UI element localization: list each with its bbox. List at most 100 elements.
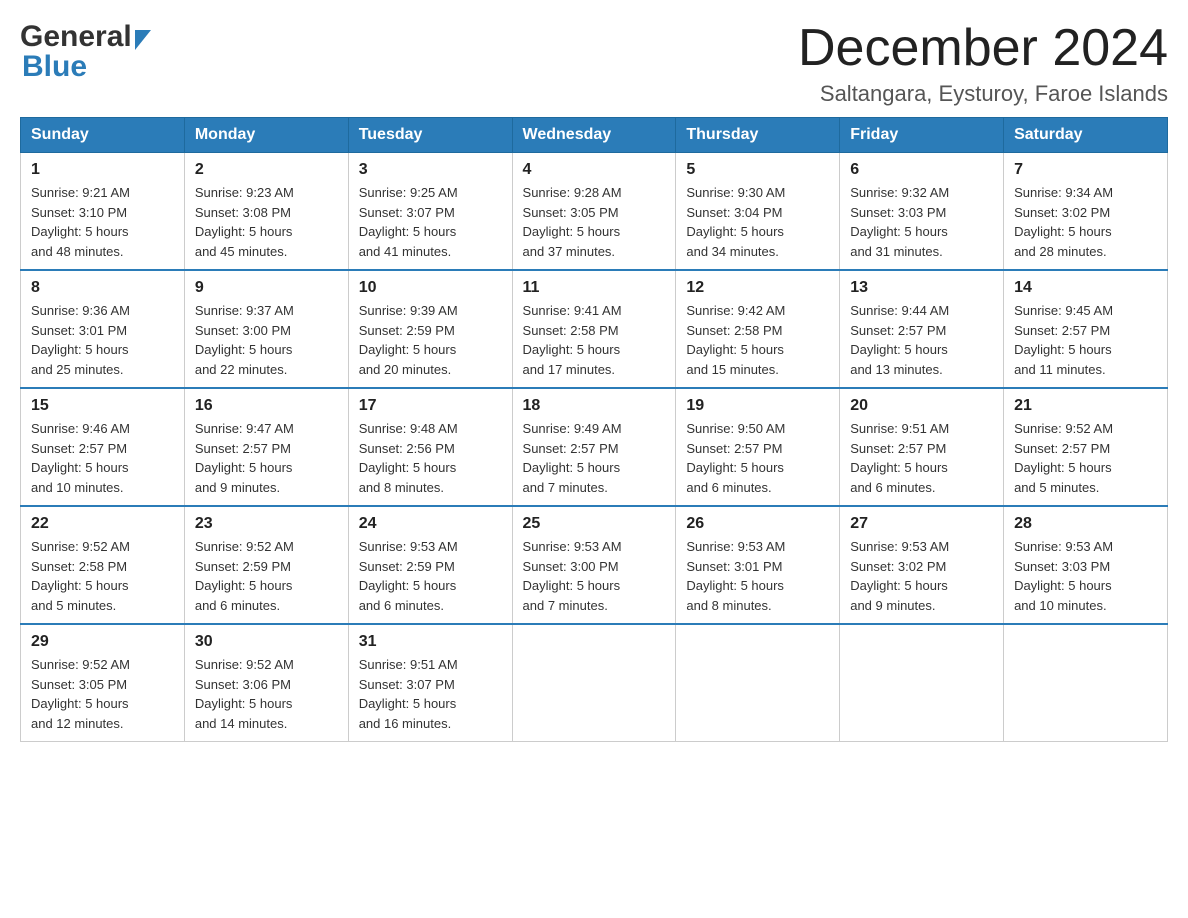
calendar-cell: 8 Sunrise: 9:36 AM Sunset: 3:01 PM Dayli…	[21, 270, 185, 388]
day-number: 5	[686, 161, 829, 179]
day-number: 13	[850, 279, 993, 297]
calendar-day-header: Thursday	[676, 118, 840, 153]
day-number: 15	[31, 397, 174, 415]
day-info: Sunrise: 9:42 AM Sunset: 2:58 PM Dayligh…	[686, 301, 829, 379]
day-number: 20	[850, 397, 993, 415]
calendar-cell: 1 Sunrise: 9:21 AM Sunset: 3:10 PM Dayli…	[21, 153, 185, 271]
calendar-day-header: Monday	[184, 118, 348, 153]
day-info: Sunrise: 9:49 AM Sunset: 2:57 PM Dayligh…	[523, 419, 666, 497]
day-info: Sunrise: 9:45 AM Sunset: 2:57 PM Dayligh…	[1014, 301, 1157, 379]
day-number: 9	[195, 279, 338, 297]
day-number: 22	[31, 515, 174, 533]
page-header: General Blue December 2024 Saltangara, E…	[20, 20, 1168, 107]
calendar-cell: 20 Sunrise: 9:51 AM Sunset: 2:57 PM Dayl…	[840, 388, 1004, 506]
day-number: 11	[523, 279, 666, 297]
day-number: 26	[686, 515, 829, 533]
day-info: Sunrise: 9:37 AM Sunset: 3:00 PM Dayligh…	[195, 301, 338, 379]
calendar-day-header: Tuesday	[348, 118, 512, 153]
calendar-cell: 5 Sunrise: 9:30 AM Sunset: 3:04 PM Dayli…	[676, 153, 840, 271]
calendar-cell: 7 Sunrise: 9:34 AM Sunset: 3:02 PM Dayli…	[1004, 153, 1168, 271]
logo-triangle-icon	[135, 30, 151, 50]
calendar-cell: 3 Sunrise: 9:25 AM Sunset: 3:07 PM Dayli…	[348, 153, 512, 271]
day-info: Sunrise: 9:46 AM Sunset: 2:57 PM Dayligh…	[31, 419, 174, 497]
day-info: Sunrise: 9:32 AM Sunset: 3:03 PM Dayligh…	[850, 183, 993, 261]
calendar-cell: 25 Sunrise: 9:53 AM Sunset: 3:00 PM Dayl…	[512, 506, 676, 624]
day-info: Sunrise: 9:52 AM Sunset: 2:57 PM Dayligh…	[1014, 419, 1157, 497]
calendar-header-row: SundayMondayTuesdayWednesdayThursdayFrid…	[21, 118, 1168, 153]
day-number: 4	[523, 161, 666, 179]
logo-general-text: General	[20, 20, 132, 54]
calendar-cell: 22 Sunrise: 9:52 AM Sunset: 2:58 PM Dayl…	[21, 506, 185, 624]
calendar-day-header: Friday	[840, 118, 1004, 153]
day-number: 12	[686, 279, 829, 297]
day-info: Sunrise: 9:53 AM Sunset: 3:03 PM Dayligh…	[1014, 537, 1157, 615]
calendar-cell: 18 Sunrise: 9:49 AM Sunset: 2:57 PM Dayl…	[512, 388, 676, 506]
day-info: Sunrise: 9:53 AM Sunset: 2:59 PM Dayligh…	[359, 537, 502, 615]
day-info: Sunrise: 9:28 AM Sunset: 3:05 PM Dayligh…	[523, 183, 666, 261]
day-info: Sunrise: 9:52 AM Sunset: 2:58 PM Dayligh…	[31, 537, 174, 615]
day-number: 14	[1014, 279, 1157, 297]
calendar-table: SundayMondayTuesdayWednesdayThursdayFrid…	[20, 117, 1168, 742]
calendar-cell: 10 Sunrise: 9:39 AM Sunset: 2:59 PM Dayl…	[348, 270, 512, 388]
day-info: Sunrise: 9:30 AM Sunset: 3:04 PM Dayligh…	[686, 183, 829, 261]
calendar-cell: 4 Sunrise: 9:28 AM Sunset: 3:05 PM Dayli…	[512, 153, 676, 271]
day-number: 21	[1014, 397, 1157, 415]
day-number: 19	[686, 397, 829, 415]
day-info: Sunrise: 9:25 AM Sunset: 3:07 PM Dayligh…	[359, 183, 502, 261]
calendar-cell: 23 Sunrise: 9:52 AM Sunset: 2:59 PM Dayl…	[184, 506, 348, 624]
day-info: Sunrise: 9:34 AM Sunset: 3:02 PM Dayligh…	[1014, 183, 1157, 261]
calendar-cell: 9 Sunrise: 9:37 AM Sunset: 3:00 PM Dayli…	[184, 270, 348, 388]
calendar-week-row: 29 Sunrise: 9:52 AM Sunset: 3:05 PM Dayl…	[21, 624, 1168, 742]
calendar-cell: 19 Sunrise: 9:50 AM Sunset: 2:57 PM Dayl…	[676, 388, 840, 506]
calendar-cell: 15 Sunrise: 9:46 AM Sunset: 2:57 PM Dayl…	[21, 388, 185, 506]
calendar-cell: 30 Sunrise: 9:52 AM Sunset: 3:06 PM Dayl…	[184, 624, 348, 742]
calendar-day-header: Sunday	[21, 118, 185, 153]
calendar-cell	[676, 624, 840, 742]
day-number: 3	[359, 161, 502, 179]
day-number: 6	[850, 161, 993, 179]
calendar-cell: 6 Sunrise: 9:32 AM Sunset: 3:03 PM Dayli…	[840, 153, 1004, 271]
day-number: 7	[1014, 161, 1157, 179]
calendar-cell: 17 Sunrise: 9:48 AM Sunset: 2:56 PM Dayl…	[348, 388, 512, 506]
day-info: Sunrise: 9:48 AM Sunset: 2:56 PM Dayligh…	[359, 419, 502, 497]
day-number: 23	[195, 515, 338, 533]
day-info: Sunrise: 9:44 AM Sunset: 2:57 PM Dayligh…	[850, 301, 993, 379]
calendar-cell: 24 Sunrise: 9:53 AM Sunset: 2:59 PM Dayl…	[348, 506, 512, 624]
calendar-cell: 16 Sunrise: 9:47 AM Sunset: 2:57 PM Dayl…	[184, 388, 348, 506]
logo-blue-text: Blue	[22, 50, 87, 84]
day-info: Sunrise: 9:51 AM Sunset: 3:07 PM Dayligh…	[359, 655, 502, 733]
calendar-cell: 12 Sunrise: 9:42 AM Sunset: 2:58 PM Dayl…	[676, 270, 840, 388]
logo: General Blue	[20, 20, 151, 84]
calendar-cell: 31 Sunrise: 9:51 AM Sunset: 3:07 PM Dayl…	[348, 624, 512, 742]
main-title: December 2024	[798, 20, 1168, 77]
calendar-cell: 29 Sunrise: 9:52 AM Sunset: 3:05 PM Dayl…	[21, 624, 185, 742]
calendar-cell: 2 Sunrise: 9:23 AM Sunset: 3:08 PM Dayli…	[184, 153, 348, 271]
day-number: 31	[359, 633, 502, 651]
day-number: 2	[195, 161, 338, 179]
calendar-cell	[512, 624, 676, 742]
calendar-cell: 26 Sunrise: 9:53 AM Sunset: 3:01 PM Dayl…	[676, 506, 840, 624]
calendar-cell: 21 Sunrise: 9:52 AM Sunset: 2:57 PM Dayl…	[1004, 388, 1168, 506]
day-info: Sunrise: 9:53 AM Sunset: 3:02 PM Dayligh…	[850, 537, 993, 615]
day-info: Sunrise: 9:52 AM Sunset: 2:59 PM Dayligh…	[195, 537, 338, 615]
day-number: 29	[31, 633, 174, 651]
title-section: December 2024 Saltangara, Eysturoy, Faro…	[798, 20, 1168, 107]
day-number: 10	[359, 279, 502, 297]
day-number: 8	[31, 279, 174, 297]
calendar-day-header: Wednesday	[512, 118, 676, 153]
calendar-cell: 28 Sunrise: 9:53 AM Sunset: 3:03 PM Dayl…	[1004, 506, 1168, 624]
day-info: Sunrise: 9:36 AM Sunset: 3:01 PM Dayligh…	[31, 301, 174, 379]
day-number: 27	[850, 515, 993, 533]
subtitle: Saltangara, Eysturoy, Faroe Islands	[798, 81, 1168, 107]
day-info: Sunrise: 9:39 AM Sunset: 2:59 PM Dayligh…	[359, 301, 502, 379]
calendar-week-row: 8 Sunrise: 9:36 AM Sunset: 3:01 PM Dayli…	[21, 270, 1168, 388]
calendar-cell	[840, 624, 1004, 742]
day-number: 17	[359, 397, 502, 415]
day-number: 18	[523, 397, 666, 415]
day-number: 25	[523, 515, 666, 533]
day-number: 1	[31, 161, 174, 179]
day-info: Sunrise: 9:21 AM Sunset: 3:10 PM Dayligh…	[31, 183, 174, 261]
calendar-cell: 13 Sunrise: 9:44 AM Sunset: 2:57 PM Dayl…	[840, 270, 1004, 388]
day-info: Sunrise: 9:51 AM Sunset: 2:57 PM Dayligh…	[850, 419, 993, 497]
day-info: Sunrise: 9:23 AM Sunset: 3:08 PM Dayligh…	[195, 183, 338, 261]
